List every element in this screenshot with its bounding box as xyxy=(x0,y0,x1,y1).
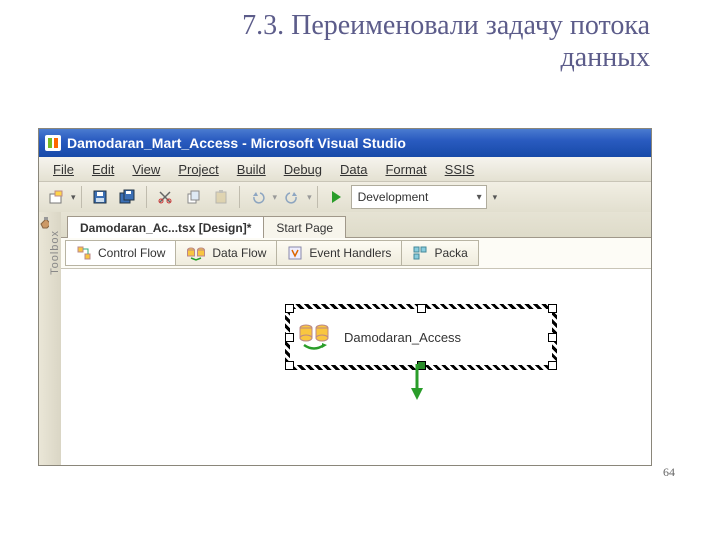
tab-label: Control Flow xyxy=(98,246,165,260)
tab-event-handlers[interactable]: Event Handlers xyxy=(276,240,402,266)
paste-button[interactable] xyxy=(208,184,234,210)
resize-handle[interactable] xyxy=(417,304,426,313)
menu-edit[interactable]: Edit xyxy=(84,160,122,179)
menu-debug[interactable]: Debug xyxy=(276,160,330,179)
menu-project[interactable]: Project xyxy=(170,160,226,179)
redo-button[interactable] xyxy=(279,184,305,210)
toolbar-separator xyxy=(317,186,318,208)
tab-control-flow[interactable]: Control Flow xyxy=(65,240,176,266)
tab-start-page[interactable]: Start Page xyxy=(263,216,346,238)
toolbox-label: Toolbox xyxy=(49,230,61,275)
toolbox-icon xyxy=(39,216,49,230)
new-project-button[interactable] xyxy=(43,184,69,210)
tab-label: Data Flow xyxy=(212,246,266,260)
toolbar-separator xyxy=(81,186,82,208)
save-all-button[interactable] xyxy=(115,184,141,210)
tab-design[interactable]: Damodaran_Ac...tsx [Design]* xyxy=(67,216,264,238)
menu-build[interactable]: Build xyxy=(229,160,274,179)
control-flow-icon xyxy=(76,245,92,261)
resize-handle[interactable] xyxy=(548,361,557,370)
designer-tab-bar: Control Flow Data Flow Event Handlers Pa… xyxy=(61,238,651,269)
output-arrow[interactable] xyxy=(409,364,425,402)
page-number: 64 xyxy=(663,465,675,480)
resize-handle[interactable] xyxy=(285,304,294,313)
app-icon xyxy=(45,135,61,151)
tab-label: Packa xyxy=(434,246,467,260)
tab-data-flow[interactable]: Data Flow xyxy=(175,240,277,266)
config-dropdown-label: Development xyxy=(358,190,429,204)
document-tab-bar: Damodaran_Ac...tsx [Design]* Start Page xyxy=(61,212,651,238)
menubar[interactable]: File Edit View Project Build Debug Data … xyxy=(39,157,651,182)
toolbar: ▾ ▾ ▾ Development xyxy=(39,182,651,213)
resize-handle[interactable] xyxy=(548,333,557,342)
resize-handle[interactable] xyxy=(285,361,294,370)
copy-button[interactable] xyxy=(180,184,206,210)
data-flow-task[interactable]: Damodaran_Access xyxy=(285,304,557,370)
undo-button[interactable] xyxy=(245,184,271,210)
tab-package-explorer[interactable]: Packa xyxy=(401,240,478,266)
menu-ssis[interactable]: SSIS xyxy=(437,160,483,179)
package-icon xyxy=(412,245,428,261)
save-button[interactable] xyxy=(87,184,113,210)
config-dropdown[interactable]: Development xyxy=(351,185,487,209)
resize-handle[interactable] xyxy=(285,333,294,342)
toolbar-separator xyxy=(239,186,240,208)
toolbox-sidebar[interactable]: Toolbox xyxy=(39,212,62,465)
task-name-label[interactable]: Damodaran_Access xyxy=(344,330,461,345)
event-handlers-icon xyxy=(287,245,303,261)
data-flow-icon xyxy=(186,245,206,261)
titlebar: Damodaran_Mart_Access - Microsoft Visual… xyxy=(39,129,651,157)
cut-button[interactable] xyxy=(152,184,178,210)
resize-handle[interactable] xyxy=(548,304,557,313)
menu-file[interactable]: File xyxy=(45,160,82,179)
menu-format[interactable]: Format xyxy=(377,160,434,179)
menu-data[interactable]: Data xyxy=(332,160,375,179)
start-debug-button[interactable] xyxy=(323,184,349,210)
window-title: Damodaran_Mart_Access - Microsoft Visual… xyxy=(67,135,406,151)
menu-view[interactable]: View xyxy=(124,160,168,179)
tab-label: Event Handlers xyxy=(309,246,391,260)
data-flow-task-icon xyxy=(296,322,332,352)
toolbar-separator xyxy=(146,186,147,208)
vs-window: Damodaran_Mart_Access - Microsoft Visual… xyxy=(38,128,652,466)
slide-title: 7.3. Переименовали задачу потока данных xyxy=(110,10,650,74)
